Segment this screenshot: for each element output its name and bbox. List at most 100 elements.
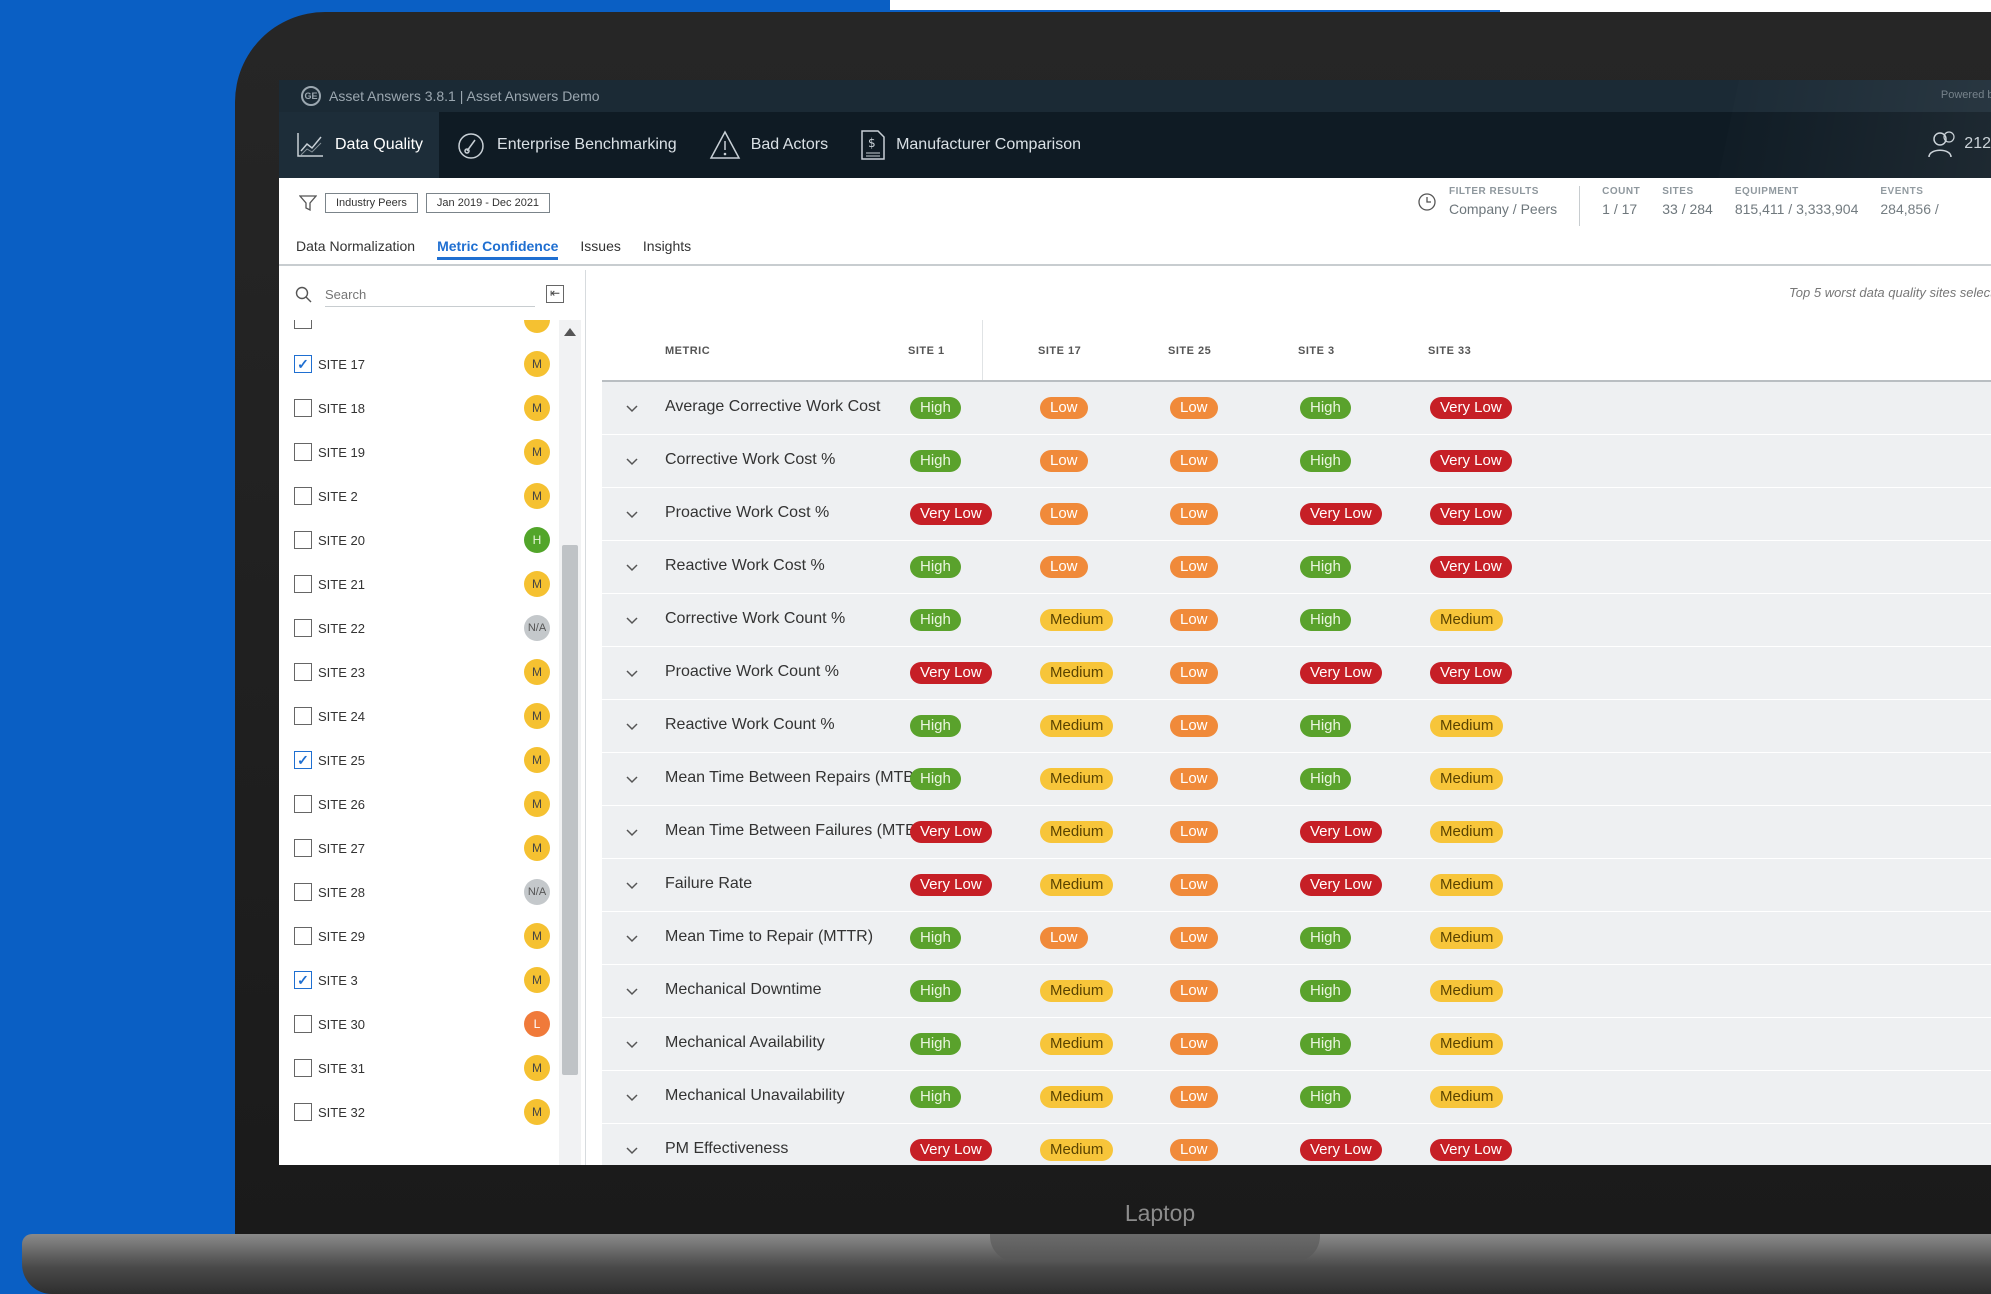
site-checkbox[interactable]	[294, 839, 312, 857]
stat-value: 284,856 /	[1880, 201, 1939, 217]
site-row[interactable]: SITE 26 M	[294, 782, 554, 826]
filter-bar: Industry Peers Jan 2019 - Dec 2021 FILTE…	[279, 178, 1991, 228]
site-checkbox[interactable]	[294, 531, 312, 549]
site-row[interactable]: SITE 23 M	[294, 650, 554, 694]
nav-bad-actors[interactable]: Bad Actors	[693, 112, 844, 178]
site-checkbox[interactable]	[294, 795, 312, 813]
table-row[interactable]: PM Effectiveness Very Low Medium Low Very Lo…	[602, 1124, 1991, 1165]
tab-insights[interactable]: Insights	[643, 232, 691, 260]
table-row[interactable]: Mechanical Unavailability High Medium Low Hi…	[602, 1071, 1991, 1124]
site-row[interactable]: SITE 22 N/A	[294, 606, 554, 650]
site-row[interactable]: SITE 24 M	[294, 694, 554, 738]
column-header-metric[interactable]: METRIC	[665, 345, 710, 357]
site-checkbox[interactable]	[294, 1103, 312, 1121]
site-row[interactable]: SITE 19 M	[294, 430, 554, 474]
chevron-down-icon[interactable]	[624, 506, 640, 522]
chevron-down-icon[interactable]	[624, 1089, 640, 1105]
site-row[interactable]: ✓ SITE 25 M	[294, 738, 554, 782]
chevron-down-icon[interactable]	[624, 453, 640, 469]
table-row[interactable]: Failure Rate Very Low Medium Low Very Low Med…	[602, 859, 1991, 912]
confidence-badge: Very Low	[910, 1139, 992, 1161]
site-row[interactable]: SITE 28 N/A	[294, 870, 554, 914]
site-checkbox[interactable]	[294, 399, 312, 417]
confidence-badge: Medium	[1040, 1139, 1114, 1161]
column-header-site[interactable]: SITE 33	[1428, 345, 1471, 357]
chevron-down-icon[interactable]	[624, 1142, 640, 1158]
chevron-down-icon[interactable]	[624, 1036, 640, 1052]
site-row[interactable]: SITE 27 M	[294, 826, 554, 870]
filter-chip-peers[interactable]: Industry Peers	[325, 193, 418, 213]
chevron-down-icon[interactable]	[624, 718, 640, 734]
column-header-site[interactable]: SITE 17	[1038, 345, 1081, 357]
sidebar-scrollbar[interactable]	[559, 320, 581, 1165]
column-header-site[interactable]: SITE 3	[1298, 345, 1335, 357]
chevron-down-icon[interactable]	[624, 983, 640, 999]
nav-manufacturer-comparison[interactable]: $ Manufacturer Comparison	[844, 112, 1097, 178]
site-row[interactable]: ✓ SITE 17 M	[294, 342, 554, 386]
chevron-down-icon[interactable]	[624, 824, 640, 840]
site-score-badge: H	[524, 527, 550, 553]
site-checkbox[interactable]: ✓	[294, 751, 312, 769]
site-checkbox[interactable]	[294, 927, 312, 945]
nav-enterprise-benchmarking[interactable]: Enterprise Benchmarking	[439, 112, 693, 178]
site-row[interactable]: SITE 30 L	[294, 1002, 554, 1046]
search-input[interactable]	[325, 283, 535, 307]
site-checkbox[interactable]	[294, 443, 312, 461]
site-row[interactable]: SITE 21 M	[294, 562, 554, 606]
metric-name: Mechanical Unavailability	[665, 1087, 845, 1104]
filter-icon[interactable]	[299, 194, 317, 212]
site-row[interactable]: SITE 29 M	[294, 914, 554, 958]
chevron-down-icon[interactable]	[624, 771, 640, 787]
site-row[interactable]: SITE 20 H	[294, 518, 554, 562]
filter-results-value: Company / Peers	[1449, 201, 1558, 217]
site-checkbox[interactable]	[294, 707, 312, 725]
table-row[interactable]: Mechanical Availability High Medium Low High…	[602, 1018, 1991, 1071]
site-row[interactable]: SITE 31 M	[294, 1046, 554, 1090]
user-menu[interactable]: 212	[1926, 130, 1991, 158]
table-row[interactable]: Proactive Work Count % Very Low Medium Low V…	[602, 647, 1991, 700]
site-checkbox[interactable]	[294, 487, 312, 505]
chevron-down-icon[interactable]	[624, 665, 640, 681]
chevron-down-icon[interactable]	[624, 877, 640, 893]
table-row[interactable]: Corrective Work Cost % High Low Low High Very…	[602, 435, 1991, 488]
site-checkbox[interactable]	[294, 320, 312, 329]
tab-data-normalization[interactable]: Data Normalization	[296, 232, 415, 260]
table-row[interactable]: Corrective Work Count % High Medium Low High…	[602, 594, 1991, 647]
column-header-site[interactable]: SITE 25	[1168, 345, 1211, 357]
chevron-down-icon[interactable]	[624, 612, 640, 628]
site-checkbox[interactable]: ✓	[294, 355, 312, 373]
confidence-badge: Medium	[1040, 768, 1114, 790]
filter-chip-date-range[interactable]: Jan 2019 - Dec 2021	[425, 193, 551, 213]
table-row[interactable]: Mean Time to Repair (MTTR) High Low Low High…	[602, 912, 1991, 965]
site-row[interactable]: ✓ SITE 3 M	[294, 958, 554, 1002]
table-row[interactable]: Reactive Work Cost % High Low Low High Very L…	[602, 541, 1991, 594]
site-row[interactable]: SITE 32 M	[294, 1090, 554, 1134]
chevron-down-icon[interactable]	[624, 559, 640, 575]
chevron-down-icon[interactable]	[624, 400, 640, 416]
nav-data-quality[interactable]: Data Quality	[279, 112, 440, 178]
site-checkbox[interactable]	[294, 575, 312, 593]
site-checkbox[interactable]	[294, 883, 312, 901]
site-row[interactable]: SITE 2 M	[294, 474, 554, 518]
clock-icon	[1418, 193, 1436, 211]
site-checkbox[interactable]	[294, 663, 312, 681]
table-row[interactable]: Reactive Work Count % High Medium Low High Me…	[602, 700, 1991, 753]
chevron-down-icon[interactable]	[624, 930, 640, 946]
table-row[interactable]: Average Corrective Work Cost High Low Low Hi…	[602, 382, 1991, 435]
column-header-site[interactable]: SITE 1	[908, 345, 945, 357]
scroll-up-icon[interactable]	[564, 328, 576, 336]
site-row[interactable]: SITE 18 M	[294, 386, 554, 430]
site-checkbox[interactable]: ✓	[294, 971, 312, 989]
site-checkbox[interactable]	[294, 1015, 312, 1033]
site-checkbox[interactable]	[294, 619, 312, 637]
confidence-badge: Medium	[1430, 821, 1504, 843]
tab-metric-confidence[interactable]: Metric Confidence	[437, 232, 559, 260]
tab-issues[interactable]: Issues	[580, 232, 620, 260]
table-row[interactable]: Proactive Work Cost % Very Low Low Low Very …	[602, 488, 1991, 541]
table-row[interactable]: Mechanical Downtime High Medium Low High Medi…	[602, 965, 1991, 1018]
table-row[interactable]: Mean Time Between Repairs (MTBR) High Medi…	[602, 753, 1991, 806]
scroll-thumb[interactable]	[562, 545, 578, 1075]
site-checkbox[interactable]	[294, 1059, 312, 1077]
table-row[interactable]: Mean Time Between Failures (MTBF) Very Lo…	[602, 806, 1991, 859]
collapse-sidebar-button[interactable]: ⇤	[546, 285, 564, 303]
